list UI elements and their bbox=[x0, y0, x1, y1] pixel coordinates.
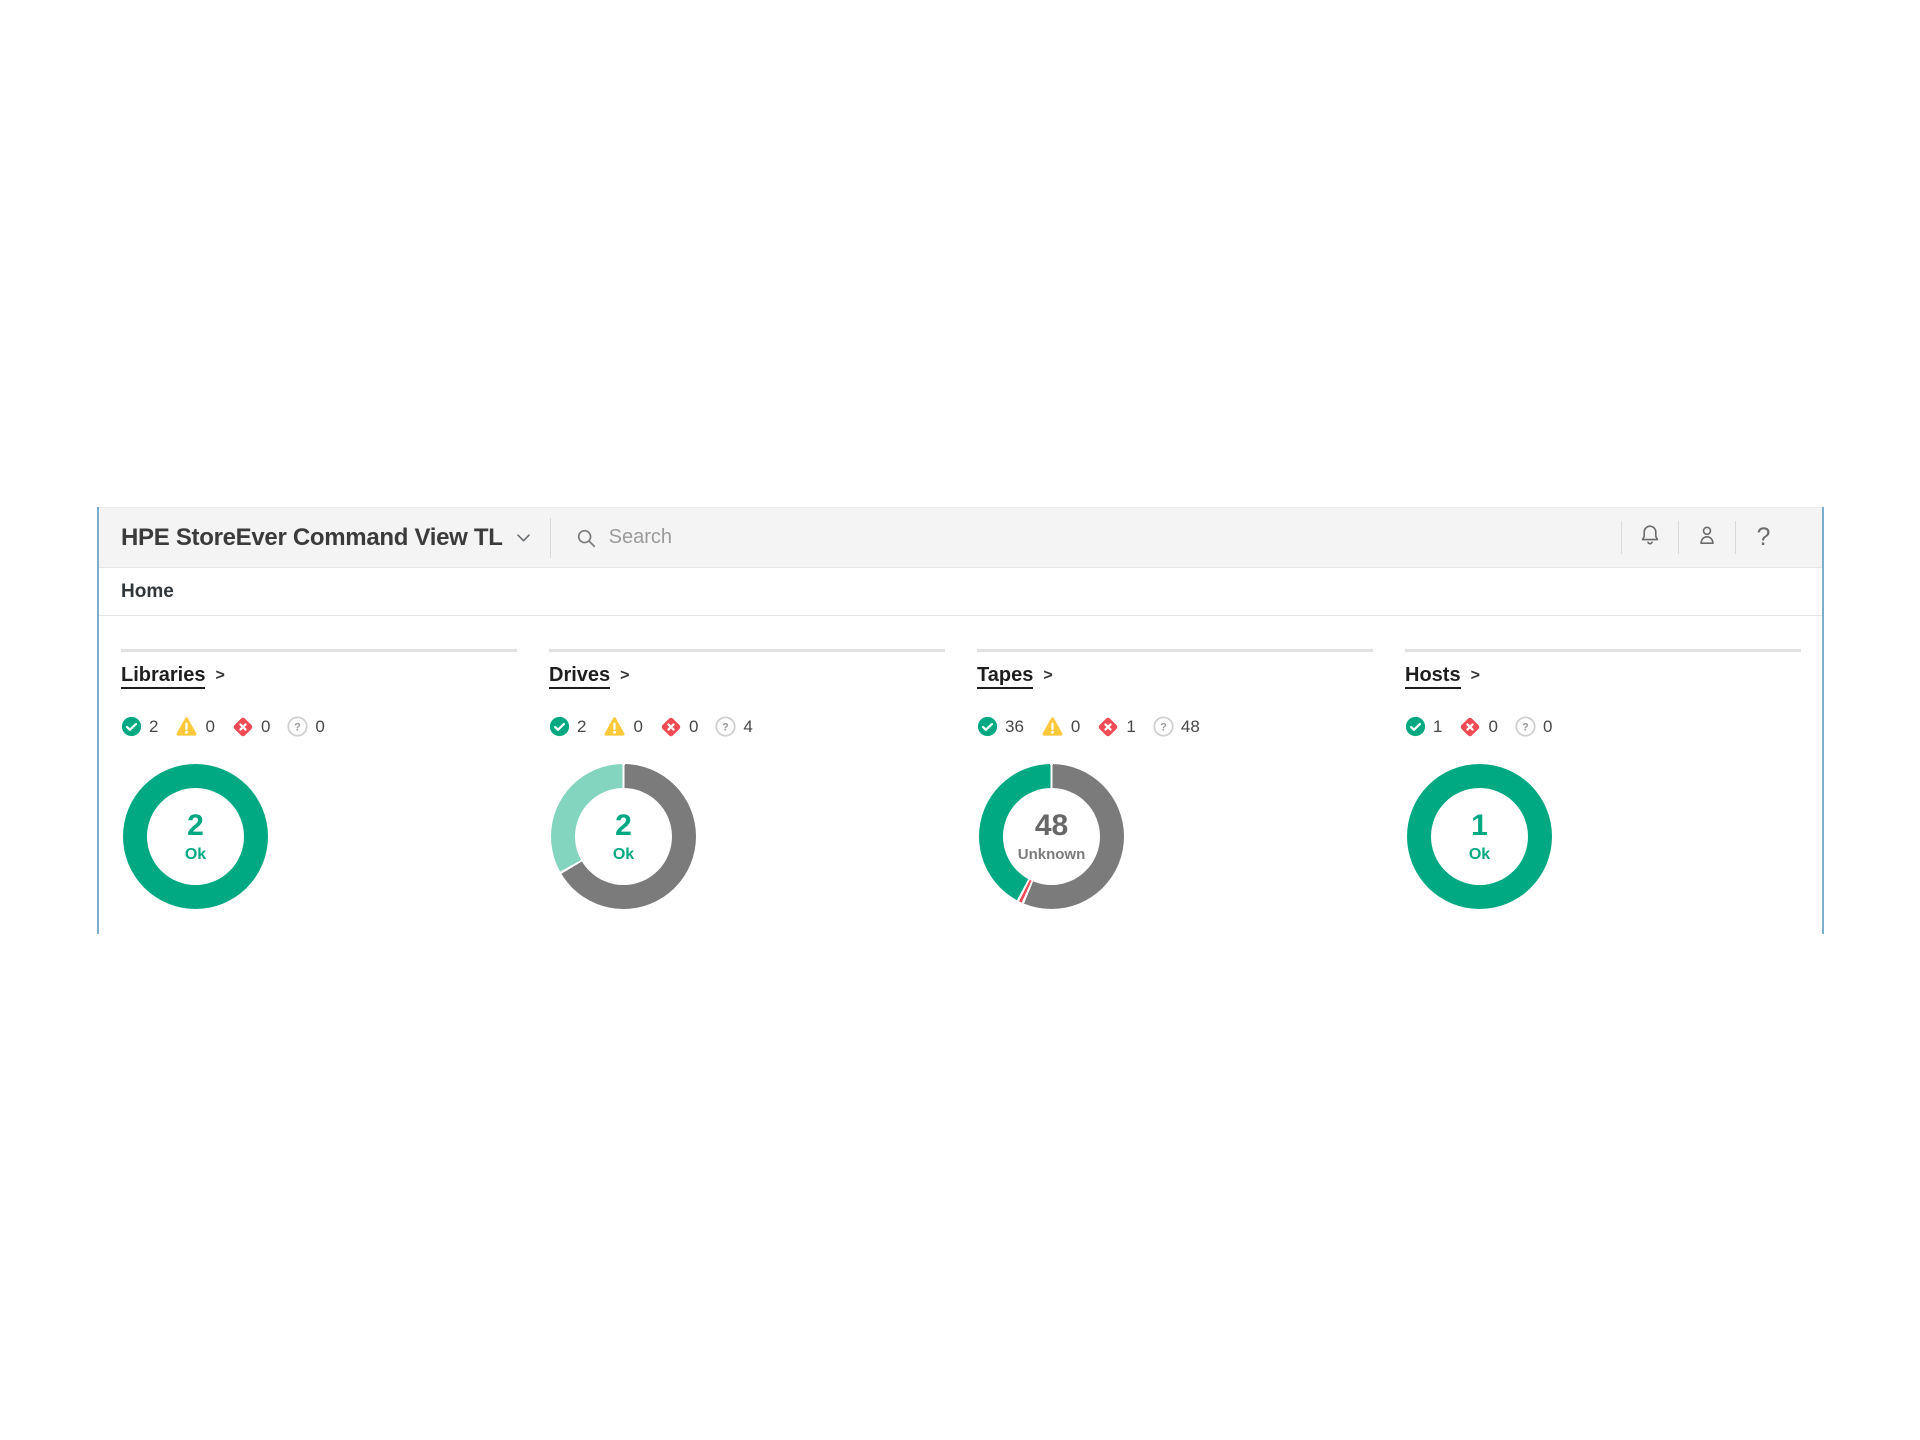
header-bar: HPE StoreEver Command View TL Search ? bbox=[99, 507, 1822, 568]
status-row: 2 0 0 ? 0 bbox=[121, 715, 517, 738]
critical-count: 0 bbox=[260, 716, 271, 736]
breadcrumb-row: Home bbox=[99, 568, 1822, 616]
critical-count: 0 bbox=[1488, 716, 1498, 736]
critical-icon bbox=[232, 716, 254, 738]
donut-center-label: Ok bbox=[1468, 845, 1491, 863]
ok-count: 36 bbox=[1005, 716, 1024, 736]
status-row: 2 0 0 ? 4 bbox=[549, 715, 945, 738]
ok-count: 1 bbox=[1433, 716, 1443, 736]
search-input[interactable] bbox=[606, 525, 1027, 550]
donut-center-value: 2 bbox=[615, 808, 632, 842]
donut-center-value: 48 bbox=[1034, 809, 1069, 842]
panel-rule bbox=[1405, 649, 1801, 652]
panel-rule bbox=[121, 649, 517, 652]
ok-icon bbox=[121, 716, 142, 737]
drives-status-donut[interactable]: 2 Ok bbox=[551, 764, 696, 909]
dashboard-panels: Libraries > 2 0 0 ? 0 2 Ok Drives > 2 0 … bbox=[99, 616, 1822, 909]
panel-title-drives[interactable]: Drives bbox=[549, 664, 611, 689]
chevron-right-icon: > bbox=[620, 667, 630, 684]
unknown-count: 0 bbox=[1542, 716, 1553, 736]
critical-icon bbox=[660, 716, 682, 738]
chevron-down-icon bbox=[514, 528, 533, 547]
critical-icon bbox=[1459, 716, 1481, 738]
ok-icon bbox=[549, 716, 570, 737]
svg-text:?: ? bbox=[723, 721, 730, 733]
warning-count: 0 bbox=[205, 716, 215, 736]
warning-count: 0 bbox=[1070, 716, 1081, 736]
critical-icon bbox=[1097, 716, 1119, 738]
unknown-count: 0 bbox=[315, 716, 325, 736]
critical-count: 0 bbox=[688, 716, 699, 736]
bell-icon bbox=[1638, 523, 1662, 552]
app-window: HPE StoreEver Command View TL Search ? H… bbox=[97, 507, 1824, 934]
panel-drives: Drives > 2 0 0 ? 4 2 Ok bbox=[549, 649, 945, 909]
unknown-icon: ? bbox=[287, 716, 308, 737]
unknown-icon: ? bbox=[1153, 716, 1174, 737]
help-icon: ? bbox=[1756, 523, 1771, 551]
search-box bbox=[575, 525, 1621, 550]
panel-rule bbox=[977, 649, 1373, 652]
svg-text:?: ? bbox=[1160, 721, 1167, 733]
panel-tapes: Tapes > 36 0 1 ? 48 48 Unknown bbox=[977, 649, 1373, 909]
tapes-status-donut[interactable]: 48 Unknown bbox=[979, 764, 1124, 909]
ok-icon bbox=[977, 716, 998, 737]
donut-center-value: 2 bbox=[187, 808, 204, 842]
panel-libraries: Libraries > 2 0 0 ? 0 2 Ok bbox=[121, 649, 517, 909]
warning-icon bbox=[1041, 715, 1064, 738]
donut-center-label: Unknown bbox=[1017, 846, 1086, 863]
user-button[interactable] bbox=[1678, 508, 1735, 567]
unknown-count: 4 bbox=[743, 716, 753, 736]
status-row: 1 0 ? 0 bbox=[1405, 715, 1801, 738]
header-divider bbox=[549, 517, 551, 558]
unknown-count: 48 bbox=[1180, 716, 1200, 736]
status-row: 36 0 1 ? 48 bbox=[977, 715, 1373, 738]
ok-icon bbox=[1405, 716, 1426, 737]
notifications-button[interactable] bbox=[1621, 508, 1678, 567]
panel-hosts: Hosts > 1 0 ? 0 1 Ok bbox=[1405, 649, 1801, 909]
chevron-right-icon: > bbox=[215, 667, 225, 684]
ok-count: 2 bbox=[577, 716, 587, 736]
libraries-status-donut[interactable]: 2 Ok bbox=[123, 764, 268, 909]
warning-icon bbox=[603, 715, 626, 738]
chevron-right-icon: > bbox=[1470, 667, 1480, 684]
donut-center-label: Ok bbox=[184, 845, 207, 863]
breadcrumb[interactable]: Home bbox=[121, 581, 174, 603]
app-title-dropdown[interactable]: HPE StoreEver Command View TL bbox=[121, 524, 533, 552]
panel-title-tapes[interactable]: Tapes bbox=[977, 664, 1034, 689]
search-icon bbox=[575, 527, 597, 549]
warning-count: 0 bbox=[633, 716, 643, 736]
help-button[interactable]: ? bbox=[1735, 508, 1792, 567]
panel-title-hosts[interactable]: Hosts bbox=[1405, 664, 1461, 689]
panel-rule bbox=[549, 649, 945, 652]
critical-count: 1 bbox=[1126, 716, 1136, 736]
donut-center-label: Ok bbox=[612, 845, 635, 863]
app-title: HPE StoreEver Command View TL bbox=[121, 523, 503, 551]
unknown-icon: ? bbox=[715, 716, 736, 737]
chevron-right-icon: > bbox=[1043, 667, 1053, 684]
donut-center-value: 1 bbox=[1471, 808, 1488, 842]
warning-icon bbox=[175, 715, 198, 738]
unknown-icon: ? bbox=[1515, 716, 1536, 737]
header-actions: ? bbox=[1621, 508, 1792, 567]
hosts-status-donut[interactable]: 1 Ok bbox=[1407, 764, 1552, 909]
svg-text:?: ? bbox=[295, 721, 302, 733]
ok-count: 2 bbox=[149, 716, 159, 736]
svg-text:?: ? bbox=[1522, 721, 1529, 733]
person-icon bbox=[1695, 523, 1719, 552]
panel-title-libraries[interactable]: Libraries bbox=[121, 664, 206, 689]
